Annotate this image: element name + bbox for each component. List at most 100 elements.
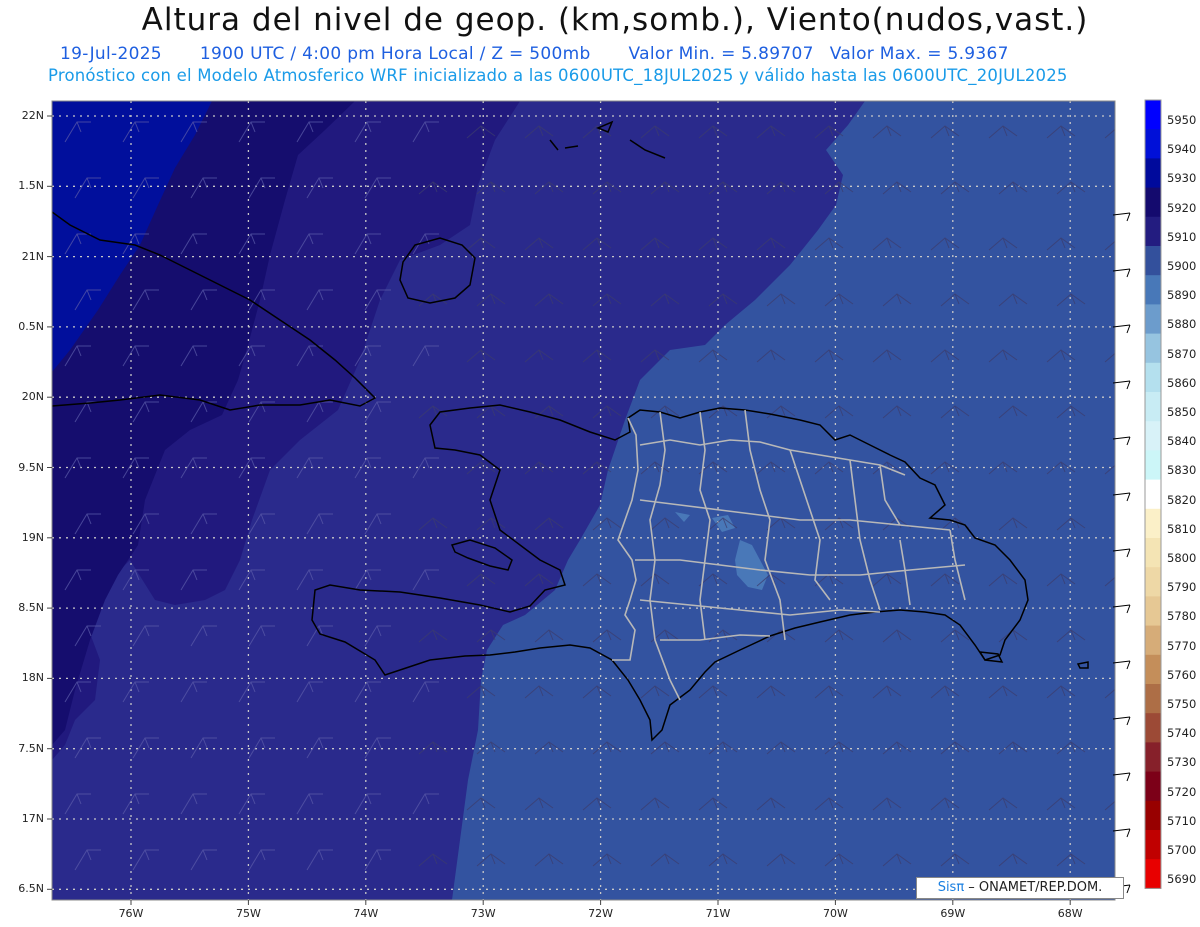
wind-barb	[1112, 660, 1131, 670]
colorbar-level-label: 5930	[1167, 171, 1197, 186]
colorbar-swatch	[1145, 450, 1161, 481]
colorbar	[1144, 99, 1162, 889]
lat-label: 9.5N	[18, 460, 44, 474]
colorbar-swatch	[1145, 100, 1161, 130]
colorbar-level-label: 5850	[1167, 405, 1197, 419]
colorbar-swatch	[1145, 800, 1161, 831]
wind-barb	[1112, 772, 1131, 782]
wind-barb	[1112, 268, 1131, 278]
colorbar-level-label: 5910	[1167, 229, 1197, 244]
colorbar-level-label: 5900	[1167, 259, 1197, 273]
lon-label: 76W	[118, 907, 144, 920]
sispi-logo-text: Sisπ	[937, 880, 965, 895]
lon-label: 70W	[822, 907, 848, 920]
colorbar-swatch	[1145, 508, 1161, 539]
wind-barb	[1112, 492, 1131, 502]
colorbar-level-label: 5920	[1167, 200, 1197, 215]
colorbar-swatch	[1145, 158, 1161, 189]
colorbar-swatch	[1145, 596, 1161, 627]
colorbar-level-label: 5740	[1167, 726, 1197, 741]
colorbar-level-label: 5760	[1167, 667, 1197, 682]
wind-barb	[1112, 828, 1131, 838]
colorbar-level-label: 5770	[1167, 638, 1197, 653]
colorbar-swatch	[1145, 684, 1161, 714]
lon-label: 74W	[353, 907, 379, 920]
colorbar-swatch	[1145, 742, 1161, 773]
colorbar-level-label: 5870	[1167, 346, 1197, 361]
colorbar-swatch	[1145, 625, 1161, 656]
lat-label: 1.5N	[18, 179, 44, 193]
colorbar-swatch	[1145, 859, 1161, 889]
colorbar-level-label: 5720	[1167, 784, 1197, 799]
colorbar-level-label: 5700	[1167, 843, 1197, 857]
wind-barb	[1114, 193, 1115, 194]
colorbar-swatch	[1145, 333, 1161, 364]
geopotential-fill	[52, 101, 1115, 900]
colorbar-swatch	[1145, 567, 1161, 597]
wind-barb	[1112, 380, 1131, 390]
lon-label: 73W	[470, 907, 496, 920]
wind-barb	[1112, 548, 1131, 558]
colorbar-level-label: 5840	[1167, 434, 1197, 449]
map-canvas	[47, 99, 1162, 905]
colorbar-level-label: 5710	[1167, 813, 1197, 828]
credit-text: – ONAMET/REP.DOM.	[964, 880, 1103, 895]
colorbar-level-label: 5800	[1167, 551, 1197, 565]
colorbar-swatch	[1145, 362, 1161, 393]
colorbar-swatch	[1145, 479, 1161, 510]
wind-barb	[1114, 753, 1115, 754]
colorbar-level-label: 5880	[1167, 317, 1197, 332]
colorbar-swatch	[1145, 538, 1161, 568]
lat-label: 20N	[21, 390, 44, 404]
colorbar-level-label: 5810	[1167, 521, 1197, 536]
lon-label: 72W	[588, 907, 614, 920]
wind-barb	[1112, 716, 1131, 726]
lon-label: 71W	[705, 907, 731, 920]
colorbar-swatch	[1145, 713, 1161, 743]
wind-barb	[1112, 324, 1131, 334]
colorbar-swatch	[1145, 392, 1161, 422]
colorbar-level-label: 5950	[1167, 113, 1197, 127]
colorbar-level-label: 5940	[1167, 142, 1197, 157]
colorbar-level-label: 5790	[1167, 580, 1197, 595]
lat-label: 7.5N	[18, 741, 44, 755]
lon-label: 68W	[1057, 907, 1083, 920]
colorbar-swatch	[1145, 830, 1161, 860]
colorbar-level-label: 5690	[1167, 872, 1197, 887]
colorbar-swatch	[1145, 771, 1161, 802]
lat-label: 17N	[21, 812, 44, 825]
lat-label: 8.5N	[18, 601, 44, 615]
colorbar-swatch	[1145, 421, 1161, 451]
wind-barb	[1114, 529, 1115, 530]
lat-label: 19N	[21, 530, 44, 544]
wind-barb	[1114, 865, 1115, 866]
lat-label: 21N	[21, 249, 44, 263]
lon-label: 75W	[235, 907, 261, 920]
lat-label: 0.5N	[18, 319, 44, 333]
colorbar-swatch	[1145, 304, 1161, 335]
colorbar-level-label: 5890	[1167, 288, 1197, 303]
wind-barb	[1112, 604, 1131, 614]
colorbar-swatch	[1145, 187, 1161, 218]
colorbar-swatch	[1145, 654, 1161, 685]
colorbar-level-label: 5750	[1167, 697, 1197, 711]
lat-label: 18N	[21, 671, 44, 685]
colorbar-level-label: 5830	[1167, 463, 1197, 478]
wind-barb	[1112, 436, 1131, 446]
wind-barb	[1114, 641, 1115, 642]
colorbar-swatch	[1145, 246, 1161, 276]
colorbar-level-label: 5730	[1167, 755, 1197, 770]
lat-label: 22N	[21, 109, 44, 122]
wind-barb	[1112, 212, 1131, 222]
colorbar-swatch	[1145, 216, 1161, 247]
lon-label: 69W	[940, 907, 966, 920]
colorbar-level-label: 5860	[1167, 375, 1197, 390]
wind-barb	[1114, 417, 1115, 418]
colorbar-swatch	[1145, 129, 1161, 159]
credit-box: Sisπ – ONAMET/REP.DOM.	[916, 877, 1124, 899]
lat-label: 6.5N	[18, 882, 44, 896]
wind-barb	[1114, 305, 1115, 306]
colorbar-level-label: 5780	[1167, 609, 1197, 624]
colorbar-swatch	[1145, 275, 1161, 305]
colorbar-level-label: 5820	[1167, 492, 1197, 507]
